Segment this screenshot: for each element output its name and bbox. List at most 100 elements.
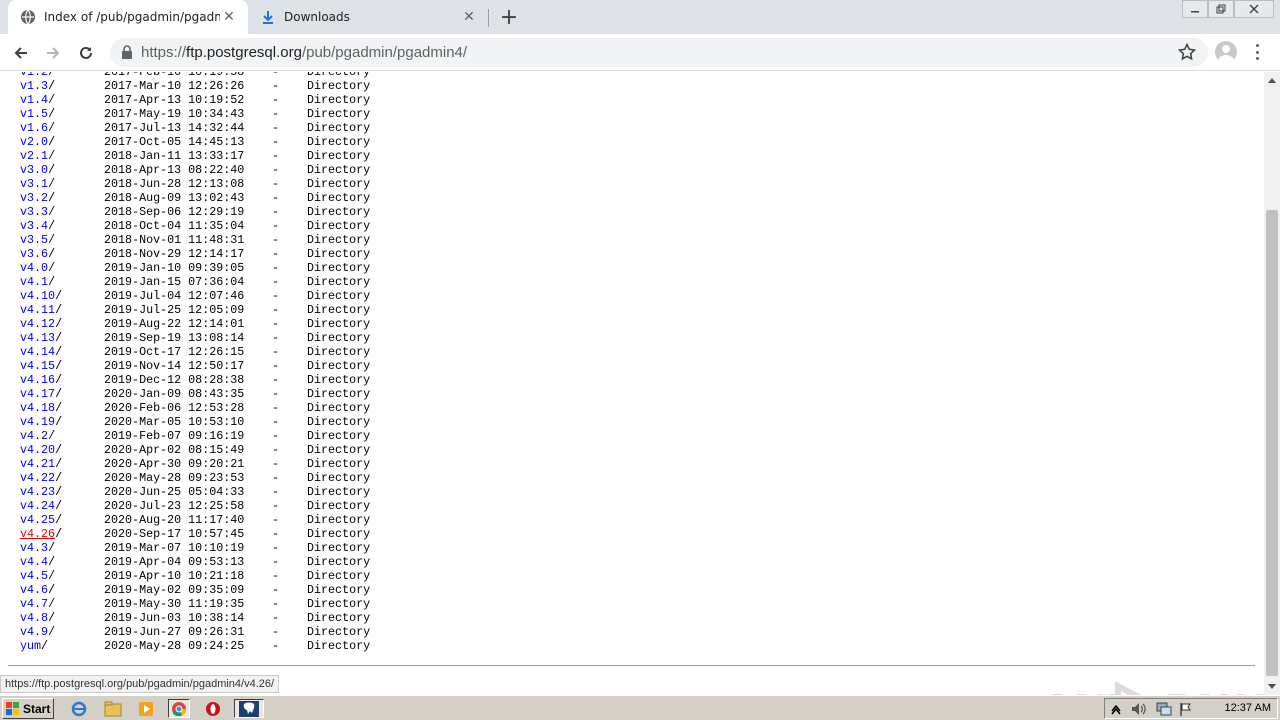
entry-date: 2018-Jun-28 12:13:08 bbox=[104, 177, 245, 191]
directory-link[interactable]: v3.2 bbox=[20, 191, 48, 205]
directory-link[interactable]: v4.18 bbox=[20, 401, 55, 415]
tab-downloads[interactable]: Downloads ✕ bbox=[248, 0, 488, 34]
windows-logo-icon bbox=[6, 701, 20, 716]
directory-link[interactable]: v4.19 bbox=[20, 415, 55, 429]
scrollbar-thumb[interactable] bbox=[1266, 210, 1278, 676]
vertical-scrollbar[interactable] bbox=[1264, 72, 1280, 695]
path-slash: / bbox=[48, 625, 56, 639]
directory-link[interactable]: v4.13 bbox=[20, 331, 55, 345]
path-slash: / bbox=[55, 401, 63, 415]
tab-divider bbox=[488, 9, 489, 27]
close-icon[interactable]: ✕ bbox=[220, 8, 238, 26]
directory-link[interactable]: v4.0 bbox=[20, 261, 48, 275]
path-slash: / bbox=[48, 261, 56, 275]
media-player-icon[interactable] bbox=[135, 699, 157, 718]
directory-link[interactable]: v4.16 bbox=[20, 373, 55, 387]
entry-name: v4.6/ bbox=[20, 583, 55, 597]
directory-link[interactable]: v4.25 bbox=[20, 513, 55, 527]
scroll-up-icon[interactable] bbox=[1264, 72, 1280, 88]
anyrun-watermark: ANY RUN bbox=[1040, 682, 1264, 695]
directory-link[interactable]: v4.12 bbox=[20, 317, 55, 331]
directory-link[interactable]: v1.3 bbox=[20, 79, 48, 93]
directory-link[interactable]: v3.4 bbox=[20, 219, 48, 233]
directory-link[interactable]: v1.2 bbox=[20, 72, 48, 79]
directory-link[interactable]: v4.14 bbox=[20, 345, 55, 359]
internet-explorer-icon[interactable] bbox=[68, 699, 90, 718]
path-slash: / bbox=[48, 79, 56, 93]
directory-link[interactable]: v3.6 bbox=[20, 247, 48, 261]
minimize-icon[interactable] bbox=[1182, 0, 1208, 18]
restore-icon[interactable] bbox=[1208, 0, 1234, 18]
entry-type: Directory bbox=[307, 149, 371, 163]
scroll-down-icon[interactable] bbox=[1264, 679, 1280, 695]
entry-type: Directory bbox=[307, 415, 371, 429]
flag-icon bbox=[1180, 702, 1191, 716]
entry-name: v4.9/ bbox=[20, 625, 55, 639]
entry-name: v4.26/ bbox=[20, 527, 62, 541]
reload-button[interactable] bbox=[73, 40, 99, 66]
directory-link[interactable]: v4.5 bbox=[20, 569, 48, 583]
directory-link[interactable]: v4.11 bbox=[20, 303, 55, 317]
directory-link[interactable]: v1.4 bbox=[20, 93, 48, 107]
entry-type: Directory bbox=[307, 401, 371, 415]
directory-link[interactable]: v4.24 bbox=[20, 499, 55, 513]
directory-link[interactable]: v4.22 bbox=[20, 471, 55, 485]
directory-link[interactable]: v3.5 bbox=[20, 233, 48, 247]
directory-link[interactable]: v4.8 bbox=[20, 611, 48, 625]
new-tab-button[interactable]: + bbox=[498, 5, 520, 30]
directory-link[interactable]: v4.1 bbox=[20, 275, 48, 289]
chrome-menu-icon[interactable] bbox=[1250, 42, 1264, 62]
directory-link[interactable]: yum bbox=[20, 639, 41, 653]
directory-link[interactable]: v4.26 bbox=[20, 527, 55, 541]
directory-link[interactable]: v4.17 bbox=[20, 387, 55, 401]
close-icon[interactable]: ✕ bbox=[460, 8, 478, 26]
window-close-icon[interactable] bbox=[1234, 0, 1274, 18]
directory-link[interactable]: v4.10 bbox=[20, 289, 55, 303]
entry-type: Directory bbox=[307, 331, 371, 345]
start-button[interactable]: Start bbox=[2, 698, 54, 719]
directory-link[interactable]: v3.1 bbox=[20, 177, 48, 191]
entry-type: Directory bbox=[307, 359, 371, 373]
tab-index-pgadmin4[interactable]: Index of /pub/pgadmin/pgadmin4/ ✕ bbox=[8, 0, 248, 34]
directory-link[interactable]: v1.6 bbox=[20, 121, 48, 135]
entry-name: v3.0/ bbox=[20, 163, 55, 177]
system-tray: 12:37 AM bbox=[1104, 698, 1278, 719]
directory-link[interactable]: v4.9 bbox=[20, 625, 48, 639]
entry-date: 2019-Sep-19 13:08:14 bbox=[104, 331, 245, 345]
entry-size: - bbox=[272, 107, 280, 121]
directory-link[interactable]: v1.5 bbox=[20, 107, 48, 121]
back-button[interactable] bbox=[8, 40, 34, 66]
entry-type: Directory bbox=[307, 289, 371, 303]
directory-link[interactable]: v4.15 bbox=[20, 359, 55, 373]
path-slash: / bbox=[48, 205, 56, 219]
directory-link[interactable]: v3.0 bbox=[20, 163, 48, 177]
directory-link[interactable]: v4.2 bbox=[20, 429, 48, 443]
entry-name: v4.14/ bbox=[20, 345, 62, 359]
pgadmin-taskbar-icon[interactable] bbox=[234, 699, 264, 718]
chrome-taskbar-icon[interactable] bbox=[168, 699, 190, 718]
forward-button[interactable] bbox=[40, 40, 66, 66]
directory-link[interactable]: v4.4 bbox=[20, 555, 48, 569]
opera-icon[interactable] bbox=[202, 699, 224, 718]
entry-name: v1.4/ bbox=[20, 93, 55, 107]
entry-size: - bbox=[272, 639, 280, 653]
directory-link[interactable]: v3.3 bbox=[20, 205, 48, 219]
directory-link[interactable]: v4.6 bbox=[20, 583, 48, 597]
directory-link[interactable]: v4.20 bbox=[20, 443, 55, 457]
path-slash: / bbox=[48, 72, 56, 79]
url-text[interactable]: https://ftp.postgresql.org/pub/pgadmin/p… bbox=[141, 44, 467, 61]
directory-link[interactable]: v4.21 bbox=[20, 457, 55, 471]
star-icon[interactable] bbox=[1178, 43, 1196, 61]
entry-date: 2017-Jul-13 14:32:44 bbox=[104, 121, 245, 135]
file-explorer-icon[interactable] bbox=[102, 699, 124, 718]
directory-link[interactable]: v2.1 bbox=[20, 149, 48, 163]
directory-link[interactable]: v4.3 bbox=[20, 541, 48, 555]
profile-avatar-icon[interactable] bbox=[1215, 41, 1237, 63]
directory-link[interactable]: v4.7 bbox=[20, 597, 48, 611]
entry-date: 2018-Apr-13 08:22:40 bbox=[104, 163, 245, 177]
entry-name: v4.24/ bbox=[20, 499, 62, 513]
address-bar[interactable]: https://ftp.postgresql.org/pub/pgadmin/p… bbox=[110, 38, 1208, 67]
directory-link[interactable]: v2.0 bbox=[20, 135, 48, 149]
directory-link[interactable]: v4.23 bbox=[20, 485, 55, 499]
entry-type: Directory bbox=[307, 107, 371, 121]
